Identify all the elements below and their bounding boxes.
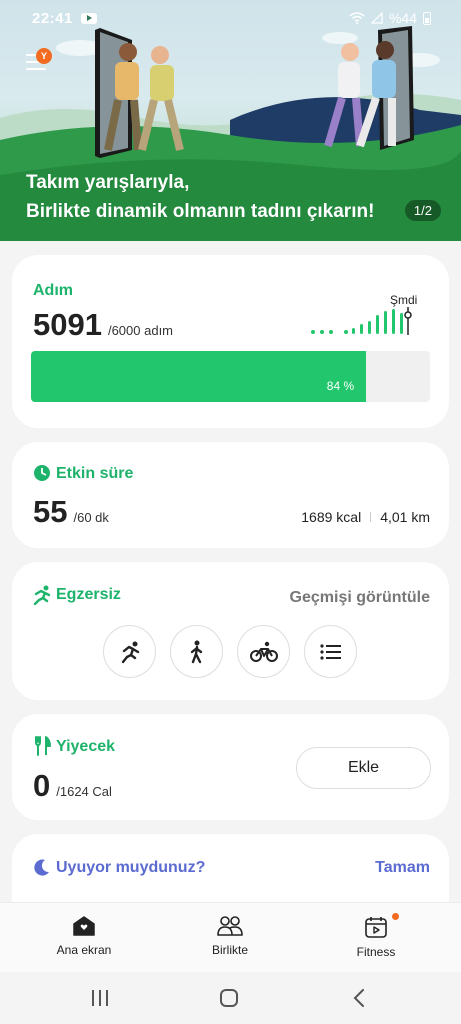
workout-list-button[interactable] [304, 625, 357, 678]
steps-label: Adım [33, 282, 73, 299]
banner-line2: Birlikte dinamik olmanın tadını çıkarın! [26, 201, 375, 222]
list-icon [319, 643, 341, 660]
nav-home-label: Ana ekran [56, 943, 112, 957]
fork-knife-icon [35, 736, 51, 756]
run-workout-button[interactable] [103, 625, 156, 678]
banner-page-indicator: 1/2 [404, 200, 441, 221]
running-icon [121, 641, 139, 663]
steps-progress-bar: 84 % [31, 351, 430, 402]
hourly-steps-mini-chart [311, 307, 412, 335]
people-icon [217, 916, 243, 936]
battery-percent: %44 [388, 10, 417, 26]
steps-card[interactable]: Adım 5091 /6000 adım Şmdi 84 % [12, 255, 449, 428]
walk-workout-button[interactable] [170, 625, 223, 678]
sleep-question: Uyuyor muydunuz? [56, 859, 206, 876]
nav-together-label: Birlikte [211, 943, 248, 957]
nav-home[interactable]: Ana ekran [24, 915, 144, 957]
profile-badge[interactable]: Y [36, 48, 52, 64]
steps-progress-fill: 84 % [31, 351, 367, 402]
sleep-ok-button[interactable]: Tamam [375, 859, 430, 877]
steps-percent: 84 % [326, 379, 355, 393]
banner-line1: Takım yarışlarıyla, [26, 172, 190, 193]
now-label: Şmdi [390, 293, 418, 307]
food-label: Yiyecek [56, 738, 116, 755]
fitness-calendar-play-icon [365, 917, 387, 938]
home-system-icon[interactable] [219, 988, 239, 1008]
nav-together[interactable]: Birlikte [170, 915, 290, 957]
walking-icon [190, 640, 202, 663]
active-time-goal: /60 dk [73, 510, 109, 525]
add-food-button[interactable]: Ekle [296, 747, 431, 789]
promo-banner[interactable]: 22:41 %44 Y Takım yarışlarıyla, Birlikte… [0, 0, 461, 241]
food-value: 0 [33, 768, 51, 803]
nav-fitness-label: Fitness [356, 945, 396, 959]
back-icon[interactable] [352, 989, 366, 1007]
cycle-workout-button[interactable] [237, 625, 290, 678]
system-navigation-bar [0, 972, 461, 1024]
battery-icon [423, 11, 431, 25]
banner-headline: Takım yarışlarıyla, Birlikte dinamik olm… [26, 168, 374, 226]
bottom-navigation: Ana ekran Birlikte Fitness [0, 902, 461, 972]
active-time-value: 55 [33, 494, 68, 529]
running-icon [33, 585, 51, 605]
home-icon [73, 916, 95, 936]
clock-icon [34, 465, 50, 481]
signal-icon [370, 12, 383, 24]
nav-fitness[interactable]: Fitness [316, 913, 436, 959]
recent-apps-icon[interactable] [90, 989, 110, 1007]
active-time-label: Etkin süre [56, 465, 134, 482]
divider [370, 512, 372, 522]
steps-value: 5091 [33, 307, 102, 342]
history-link[interactable]: Geçmişi görüntüle [290, 589, 430, 607]
status-bar: 22:41 %44 [32, 8, 431, 28]
moon-icon [34, 859, 49, 876]
wifi-icon [349, 12, 365, 24]
active-time-card[interactable]: Etkin süre 55 /60 dk 1689 kcal 4,01 km [12, 442, 449, 548]
distance-value: 4,01 km [380, 509, 430, 525]
youtube-notification-icon [80, 12, 97, 24]
status-time: 22:41 [32, 9, 73, 27]
food-card[interactable]: Yiyecek 0 /1624 Cal Ekle [12, 714, 449, 820]
notification-dot [392, 913, 399, 920]
exercise-label: Egzersiz [56, 586, 121, 603]
food-goal: /1624 Cal [56, 784, 112, 799]
cycling-icon [249, 641, 278, 662]
exercise-card[interactable]: Egzersiz Geçmişi görüntüle [12, 562, 449, 700]
calories-value: 1689 kcal [301, 509, 362, 525]
steps-goal: /6000 adım [107, 323, 174, 338]
